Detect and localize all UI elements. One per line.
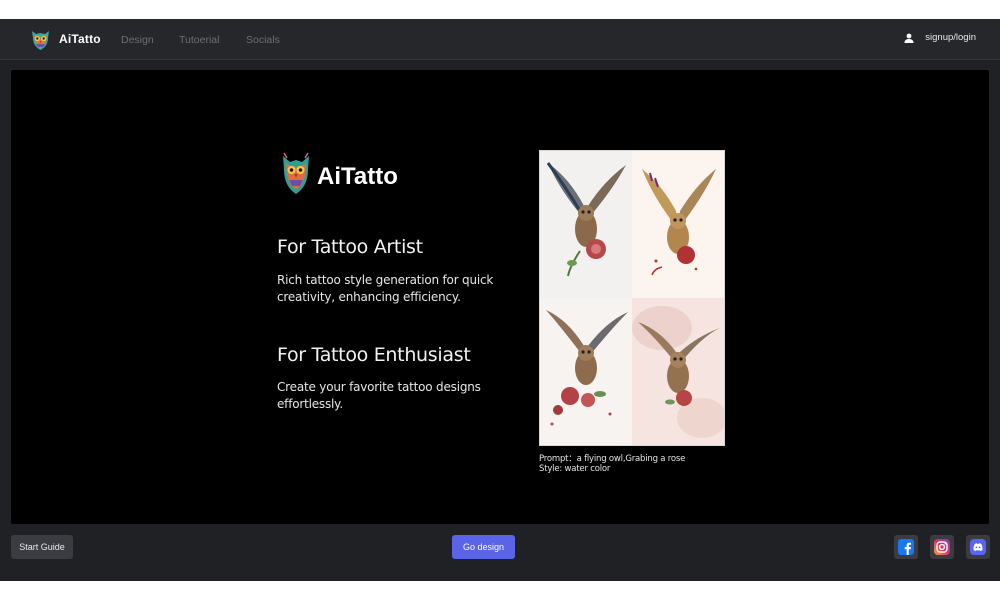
nav-design[interactable]: Design <box>121 34 154 46</box>
prompt-caption: Prompt：a flying owl,Grabing a rose <box>539 454 686 464</box>
artist-description: Rich tattoo style generation for quick c… <box>277 273 494 304</box>
go-design-button[interactable]: Go design <box>452 535 515 559</box>
instagram-button[interactable] <box>930 535 954 559</box>
owl-tattoo-image-2 <box>632 151 724 298</box>
top-navigation-bar: AiTatto Design Tutoerial Socials signup/… <box>0 19 1000 60</box>
nav-socials[interactable]: Socials <box>246 34 280 46</box>
app-window: AiTatto Design Tutoerial Socials signup/… <box>0 19 1000 581</box>
brand-name[interactable]: AiTatto <box>59 32 101 46</box>
discord-icon <box>970 539 986 555</box>
enthusiast-heading: For Tattoo Enthusiast <box>277 344 471 366</box>
discord-button[interactable] <box>966 535 990 559</box>
owl-tattoo-image-3 <box>540 298 632 445</box>
artist-heading: For Tattoo Artist <box>277 236 423 258</box>
start-guide-button[interactable]: Start Guide <box>11 535 73 559</box>
facebook-button[interactable] <box>894 535 918 559</box>
owl-logo-icon[interactable] <box>30 28 51 51</box>
signup-login-button[interactable]: signup/login <box>904 32 976 43</box>
nav-tutorial[interactable]: Tutoerial <box>179 34 219 46</box>
facebook-icon <box>898 539 914 555</box>
owl-tattoo-image-1 <box>540 151 632 298</box>
hero-brand-name: AiTatto <box>317 163 398 190</box>
owl-logo-icon <box>283 152 309 194</box>
instagram-icon <box>934 539 950 555</box>
user-icon <box>904 33 914 43</box>
tattoo-example-gallery <box>539 150 725 446</box>
style-caption: Style: water color <box>539 464 611 474</box>
enthusiast-description: Create your favorite tattoo designs effo… <box>277 380 481 411</box>
hero-panel: AiTatto For Tattoo Artist Rich tattoo st… <box>11 70 989 524</box>
login-label: signup/login <box>925 32 976 43</box>
owl-tattoo-image-4 <box>632 298 724 445</box>
